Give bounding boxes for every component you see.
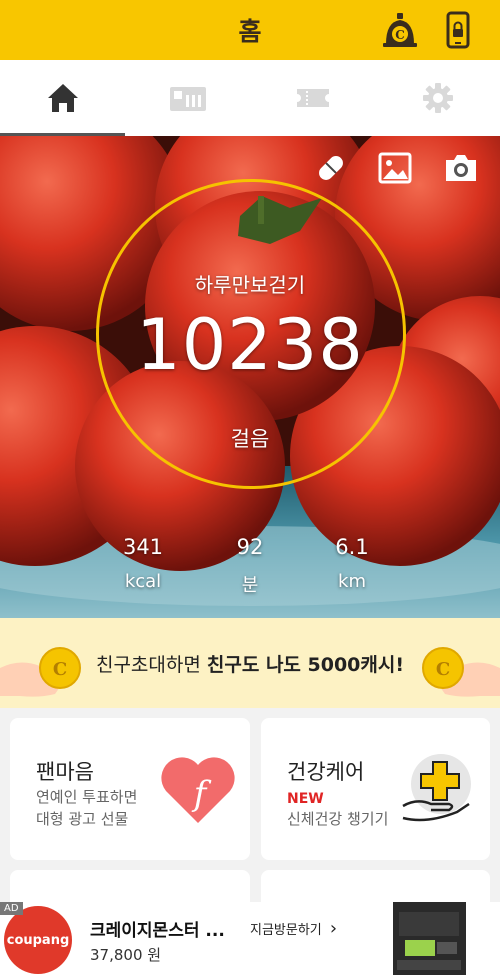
ad-badge: AD <box>0 902 23 915</box>
ad-cta-label: 지금방문하기 <box>250 923 322 938</box>
ad-title: 크레이지몬스터 ... <box>90 921 225 941</box>
camera-icon[interactable] <box>443 150 479 186</box>
ad-price: 37,800 원 <box>90 946 162 964</box>
invite-friend-banner[interactable]: C 친구초대하면 친구도 나도 5000캐시! C <box>0 618 500 708</box>
health-hand-icon <box>402 754 471 822</box>
invite-text-bold: 친구도 나도 5000캐시! <box>206 654 405 676</box>
step-count: 10238 <box>136 304 364 386</box>
tab-home[interactable] <box>0 60 125 136</box>
tab-settings[interactable] <box>375 60 500 136</box>
cash-machine-icon[interactable]: C <box>380 10 420 50</box>
ad-visit-button[interactable]: 지금방문하기 › <box>250 918 337 939</box>
ticket-icon <box>296 89 329 107</box>
tab-ticket[interactable] <box>250 60 375 136</box>
coupang-logo: coupang <box>4 906 72 974</box>
page-title: 홈 <box>238 17 262 46</box>
card-subtitle-line: 대형 광고 선물 <box>36 810 129 828</box>
stat-unit: 분 <box>241 575 259 596</box>
card-health-care[interactable]: 건강케어 NEW 신체건강 챙기기 <box>261 718 490 860</box>
tab-bar <box>0 60 500 136</box>
new-badge: NEW <box>287 791 324 807</box>
top-app-bar: 홈 C <box>0 0 500 60</box>
stat-value: 6.1 <box>335 535 369 559</box>
svg-text:C: C <box>436 659 450 680</box>
home-icon <box>47 84 78 112</box>
app-root: 홈 C 하루만보걷기 10238 걸음 341 kcal 92 분 6.1 km… <box>0 0 500 975</box>
stat-unit: kcal <box>124 571 162 592</box>
phone-lock-icon[interactable] <box>438 10 478 50</box>
shop-icon <box>169 87 206 111</box>
stat-calories: 341 kcal <box>103 535 183 592</box>
goal-label: 하루만보걷기 <box>194 273 306 297</box>
card-subtitle-line: 연예인 투표하면 <box>36 788 138 806</box>
svg-text:C: C <box>395 28 405 42</box>
card-title: 건강케어 <box>287 760 365 784</box>
ad-banner[interactable]: coupang AD 크레이지몬스터 ... 37,800 원 지금방문하기 › <box>0 902 500 975</box>
pedometer-hero: 하루만보걷기 10238 걸음 341 kcal 92 분 6.1 km <box>0 136 500 618</box>
card-subtitle-line: 신체건강 챙기기 <box>287 810 389 828</box>
ad-product-image <box>393 902 466 975</box>
image-icon[interactable] <box>377 150 413 186</box>
hand-coin-right-icon: C <box>422 647 500 697</box>
pill-icon[interactable] <box>313 150 349 186</box>
stat-distance: 6.1 km <box>312 535 392 592</box>
tab-shop[interactable] <box>125 60 250 136</box>
card-fanmaum[interactable]: 팬마음 연예인 투표하면 대형 광고 선물 f <box>10 718 250 860</box>
stat-unit: km <box>338 571 366 592</box>
card-title: 팬마음 <box>36 760 94 784</box>
stat-minutes: 92 분 <box>210 535 290 597</box>
stat-value: 341 <box>122 535 164 559</box>
step-unit: 걸음 <box>230 427 270 451</box>
chevron-right-icon: › <box>329 918 338 939</box>
gear-icon <box>422 83 453 113</box>
invite-text-normal: 친구초대하면 <box>95 654 207 676</box>
heart-f-icon: f <box>161 757 235 823</box>
stat-value: 92 <box>236 535 264 559</box>
